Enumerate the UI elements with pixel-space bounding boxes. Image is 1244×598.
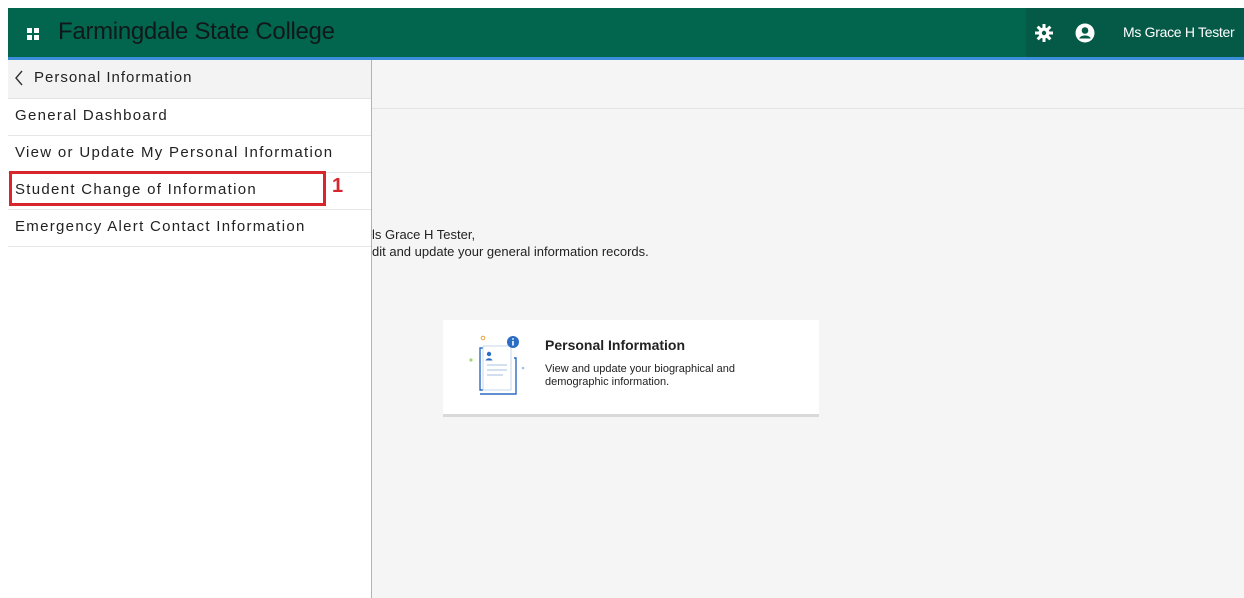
sidebar-back-label: Personal Information xyxy=(34,69,193,86)
sidebar-item-view-update-personal-info[interactable]: View or Update My Personal Information xyxy=(8,136,371,173)
card-description: View and update your biographical and de… xyxy=(545,363,735,388)
chevron-left-icon xyxy=(15,70,23,86)
college-logo-text[interactable]: Farmingdale State College xyxy=(58,18,335,46)
app-frame: Farmingdale State College Ms Grace H Tes… xyxy=(8,8,1244,598)
welcome-subtext: dit and update your general information … xyxy=(372,244,649,259)
sidebar-item-general-dashboard[interactable]: General Dashboard xyxy=(8,99,371,136)
annotation-callout-number: 1 xyxy=(332,175,344,197)
user-avatar-icon[interactable] xyxy=(1075,23,1095,43)
app-grid-icon[interactable] xyxy=(27,28,39,40)
gear-icon[interactable] xyxy=(1034,23,1054,43)
sidebar-item-emergency-alert-contact[interactable]: Emergency Alert Contact Information xyxy=(8,210,371,247)
user-name-label[interactable]: Ms Grace H Tester xyxy=(1123,24,1235,40)
welcome-greeting: ls Grace H Tester, xyxy=(372,227,476,242)
top-header: Farmingdale State College Ms Grace H Tes… xyxy=(8,8,1244,60)
sidebar-item-label: View or Update My Personal Information xyxy=(15,144,334,161)
main-top-bar xyxy=(372,60,1244,109)
personal-information-card[interactable]: Personal Information View and update you… xyxy=(443,320,819,417)
sidebar-item-label: Emergency Alert Contact Information xyxy=(15,218,306,235)
card-title: Personal Information xyxy=(545,337,686,353)
sidebar-back-button[interactable]: Personal Information xyxy=(8,60,371,99)
sidebar-item-label: General Dashboard xyxy=(15,107,169,124)
profile-document-icon xyxy=(469,335,525,395)
annotation-highlight-box xyxy=(9,171,326,206)
sidebar-nav: Personal Information General Dashboard V… xyxy=(8,60,372,598)
